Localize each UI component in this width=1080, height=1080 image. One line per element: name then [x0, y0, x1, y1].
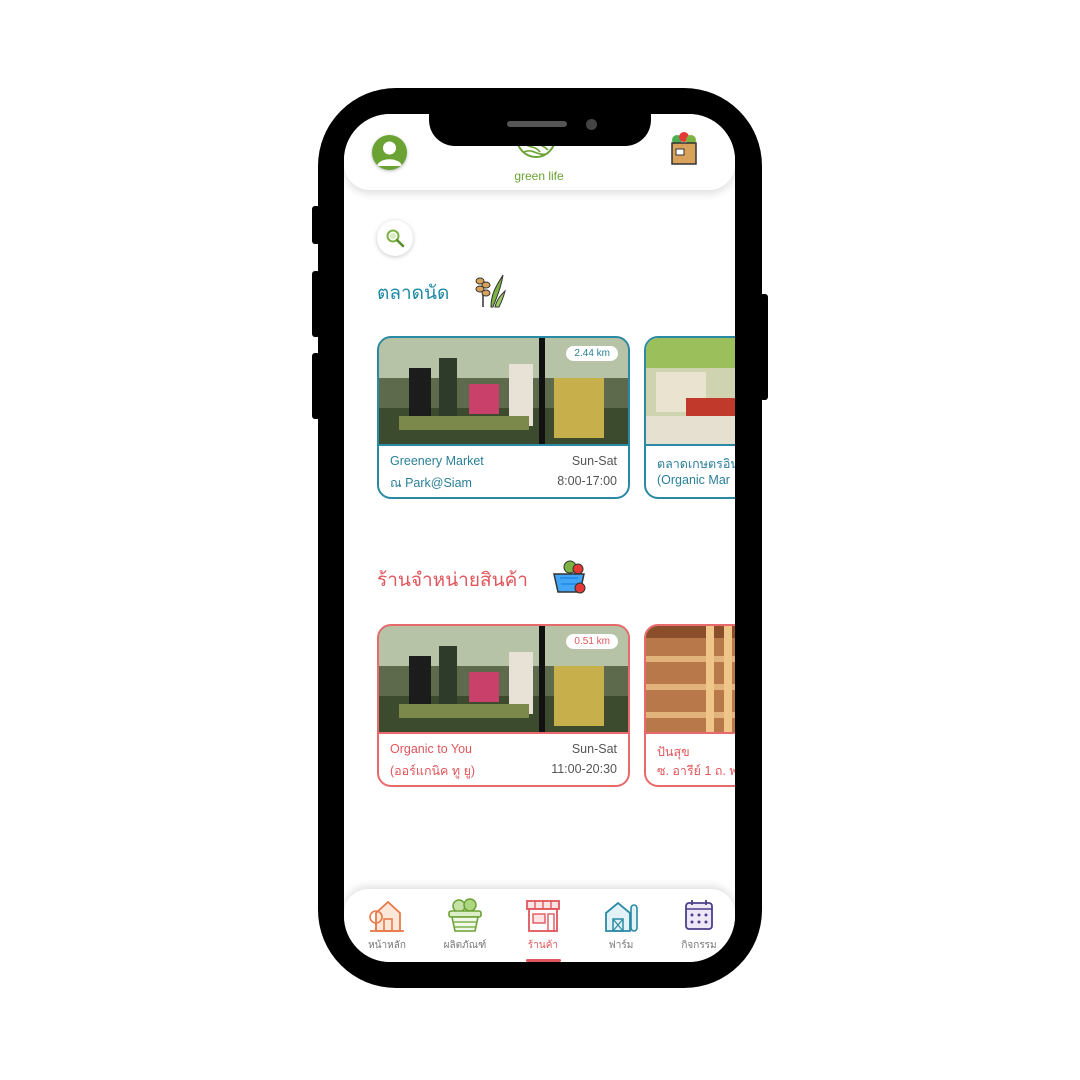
market-card[interactable]: 2.44 km Greenery Market ณ Park@Siam Sun-…: [377, 336, 630, 499]
card-subname: ณ Park@Siam: [390, 476, 472, 490]
calendar-icon: [685, 900, 713, 930]
phone-notch: [429, 112, 651, 146]
shop-photo: [646, 626, 735, 734]
nav-label: หน้าหลัก: [368, 940, 406, 951]
card-subname: (Organic Mar: [657, 473, 730, 487]
nav-item-activities[interactable]: กิจกรรม: [664, 897, 734, 959]
home-icon: [369, 900, 404, 932]
grocery-bag-icon[interactable]: [668, 132, 700, 166]
shop-photo: 0.51 km: [379, 626, 628, 734]
barn-icon: [605, 901, 638, 932]
search-button[interactable]: [377, 220, 413, 256]
distance-badge: 0.51 km: [566, 634, 618, 649]
card-name: Greenery Market: [390, 454, 484, 468]
front-camera: [586, 119, 597, 130]
shop-card[interactable]: 0.51 km Organic to You (ออร์แกนิค ทู ยู)…: [377, 624, 630, 787]
search-icon: [386, 229, 405, 248]
user-avatar-icon[interactable]: [372, 135, 407, 170]
brand-name: green life: [514, 169, 564, 183]
market-photo: [646, 338, 735, 446]
card-name: Organic to You: [390, 742, 473, 756]
card-hours: 8:00-17:00: [557, 474, 617, 488]
markets-section-title: ตลาดนัด: [377, 283, 450, 304]
speaker-grille: [507, 121, 567, 127]
market-card[interactable]: ตลาดเกษตรอิน (Organic Mar: [644, 336, 735, 499]
card-name: ปันสุข: [657, 745, 690, 759]
app-screen: green life ตลาดนัด 2.44 km Greenery Mark…: [344, 114, 735, 962]
nav-label: ผลิตภัณฑ์: [443, 940, 487, 951]
distance-badge: 2.44 km: [566, 346, 618, 361]
active-tab-indicator: [526, 959, 561, 962]
shops-section-title: ร้านจำหน่ายสินค้า: [377, 570, 528, 591]
nav-item-farm[interactable]: ฟาร์ม: [586, 897, 656, 959]
card-subname: ซ. อารีย์ 1 ถ. พ: [657, 764, 735, 778]
nav-item-products[interactable]: ผลิตภัณฑ์: [430, 897, 500, 959]
market-photo: 2.44 km: [379, 338, 628, 446]
card-days: Sun-Sat: [571, 742, 617, 756]
store-icon: [526, 900, 560, 932]
nav-label: กิจกรรม: [681, 940, 717, 951]
rice-plant-icon: [471, 271, 507, 313]
nav-item-home[interactable]: หน้าหลัก: [352, 897, 422, 959]
card-hours: 11:00-20:30: [551, 762, 617, 776]
shop-card[interactable]: ปันสุข ซ. อารีย์ 1 ถ. พ: [644, 624, 735, 787]
nav-label: ร้านค้า: [527, 940, 559, 951]
nav-label: ฟาร์ม: [608, 940, 634, 951]
vegetable-basket-icon: [550, 558, 588, 600]
card-subname: (ออร์แกนิค ทู ยู): [390, 764, 476, 778]
nav-item-store[interactable]: ร้านค้า: [508, 897, 578, 959]
card-name: ตลาดเกษตรอิน: [657, 457, 735, 471]
card-days: Sun-Sat: [571, 454, 617, 468]
bottom-nav: หน้าหลัก ผลิตภัณฑ์ ร้านค้า ฟาร์ม กิจกรรม: [344, 889, 735, 962]
basket-icon: [448, 898, 482, 932]
